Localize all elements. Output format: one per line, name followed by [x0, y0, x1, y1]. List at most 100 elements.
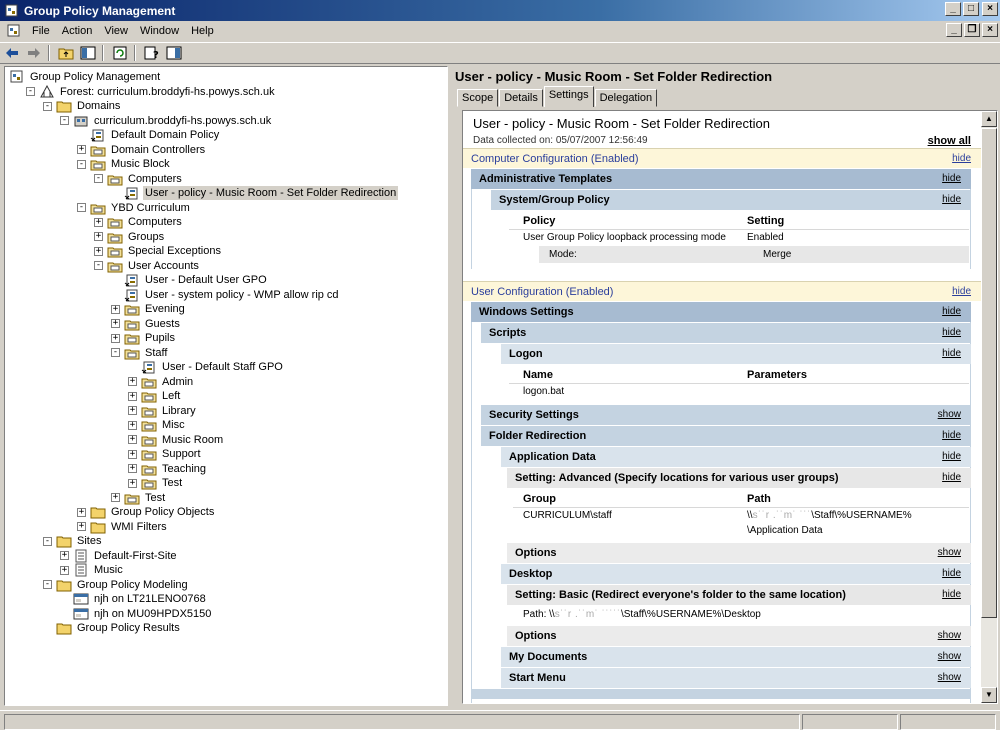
- expand-icon[interactable]: +: [60, 565, 69, 575]
- tree-item[interactable]: + Test: [128, 476, 184, 490]
- tree-item[interactable]: - Sites: [43, 534, 103, 548]
- tree-item[interactable]: + Test: [111, 491, 167, 505]
- tree-item[interactable]: + Groups: [94, 230, 166, 244]
- tree-item[interactable]: njh on MU09HPDX5150: [60, 607, 213, 621]
- mdi-minimize-button[interactable]: _: [946, 23, 962, 37]
- tree-item[interactable]: Group Policy Management: [9, 70, 162, 84]
- expand-icon[interactable]: +: [128, 391, 137, 401]
- tab-details[interactable]: Details: [499, 89, 543, 107]
- tree-item[interactable]: - Group Policy Modeling: [43, 578, 190, 592]
- expand-icon[interactable]: +: [60, 551, 69, 560]
- expand-icon[interactable]: +: [128, 406, 137, 415]
- tree-item[interactable]: + Support: [128, 447, 203, 461]
- menu-view[interactable]: View: [98, 25, 134, 37]
- show-link[interactable]: show: [938, 647, 961, 667]
- expand-icon[interactable]: +: [77, 145, 86, 154]
- expand-icon[interactable]: +: [94, 232, 103, 241]
- maximize-button[interactable]: □: [963, 2, 979, 16]
- hide-link[interactable]: hide: [942, 302, 961, 322]
- tree-item[interactable]: + Teaching: [128, 462, 208, 476]
- refresh-button[interactable]: [110, 44, 130, 62]
- expand-icon[interactable]: +: [128, 478, 137, 488]
- tree-item[interactable]: - Computers: [94, 172, 184, 186]
- tree-item[interactable]: + Admin: [128, 375, 195, 389]
- tree-item[interactable]: - Music Block: [77, 157, 172, 171]
- show-hide-tree-button[interactable]: [78, 44, 98, 62]
- tree-item[interactable]: User - Default Staff GPO: [128, 360, 285, 374]
- tree-item[interactable]: + WMI Filters: [77, 520, 169, 534]
- hide-link[interactable]: hide: [942, 585, 961, 605]
- back-button[interactable]: [2, 44, 22, 62]
- scroll-down-button[interactable]: ▼: [981, 687, 997, 703]
- scroll-thumb[interactable]: [981, 128, 997, 618]
- show-link[interactable]: show: [938, 543, 961, 563]
- expand-icon[interactable]: +: [77, 507, 86, 517]
- tab-settings[interactable]: Settings: [543, 86, 594, 107]
- show-link[interactable]: show: [938, 668, 961, 688]
- expand-icon[interactable]: +: [111, 304, 120, 314]
- tree-item[interactable]: - Staff: [111, 346, 169, 360]
- close-button[interactable]: ×: [982, 2, 998, 16]
- collapse-icon[interactable]: -: [26, 87, 35, 96]
- tree-item[interactable]: + Default-First-Site: [60, 549, 179, 563]
- hide-link[interactable]: hide: [952, 149, 971, 169]
- menu-file[interactable]: File: [26, 25, 56, 37]
- collapse-icon[interactable]: -: [43, 101, 52, 111]
- help-button[interactable]: ?: [142, 44, 162, 62]
- tree-item[interactable]: + Evening: [111, 302, 187, 316]
- tree-item[interactable]: njh on LT21LENO0768: [60, 592, 208, 606]
- tree-item[interactable]: - User Accounts: [94, 259, 201, 273]
- expand-icon[interactable]: +: [128, 449, 137, 459]
- hide-link[interactable]: hide: [942, 447, 961, 467]
- show-action-pane-button[interactable]: [164, 44, 184, 62]
- collapse-icon[interactable]: -: [43, 580, 52, 589]
- collapse-icon[interactable]: -: [43, 536, 52, 546]
- show-link[interactable]: show: [938, 405, 961, 425]
- tree-item[interactable]: + Music: [60, 563, 125, 577]
- collapse-icon[interactable]: -: [77, 203, 86, 212]
- expand-icon[interactable]: +: [77, 522, 86, 531]
- tree-item[interactable]: - Domains: [43, 99, 122, 113]
- expand-icon[interactable]: +: [128, 435, 137, 444]
- tree-item[interactable]: + Library: [128, 404, 198, 418]
- collapse-icon[interactable]: -: [111, 348, 120, 357]
- tree-item[interactable]: + Pupils: [111, 331, 177, 345]
- expand-icon[interactable]: +: [94, 217, 103, 227]
- hide-link[interactable]: hide: [942, 426, 961, 446]
- tree-item[interactable]: User - Default User GPO: [111, 273, 269, 287]
- expand-icon[interactable]: +: [128, 377, 137, 386]
- tab-scope[interactable]: Scope: [457, 89, 499, 107]
- hide-link[interactable]: hide: [942, 323, 961, 343]
- hide-link[interactable]: hide: [942, 468, 961, 488]
- hide-link[interactable]: hide: [942, 564, 961, 584]
- forward-button[interactable]: [24, 44, 44, 62]
- collapse-icon[interactable]: -: [77, 159, 86, 169]
- expand-icon[interactable]: +: [111, 333, 120, 343]
- minimize-button[interactable]: _: [945, 2, 961, 16]
- tree-item[interactable]: + Left: [128, 389, 182, 403]
- menu-action[interactable]: Action: [56, 25, 99, 37]
- collapse-icon[interactable]: -: [60, 116, 69, 125]
- tree-item[interactable]: + Guests: [111, 317, 182, 331]
- tree-item[interactable]: User - system policy - WMP allow rip cd: [111, 288, 341, 302]
- hide-link[interactable]: hide: [952, 282, 971, 302]
- collapse-icon[interactable]: -: [94, 174, 103, 183]
- tree-item[interactable]: + Special Exceptions: [94, 244, 223, 258]
- expand-icon[interactable]: +: [128, 464, 137, 473]
- tree-item[interactable]: + Computers: [94, 215, 184, 229]
- show-all-link[interactable]: show all: [928, 135, 971, 147]
- hide-link[interactable]: hide: [942, 169, 961, 189]
- show-link[interactable]: show: [938, 626, 961, 646]
- tree-item[interactable]: - curriculum.broddyfi-hs.powys.sch.uk: [60, 114, 273, 128]
- collapse-icon[interactable]: -: [94, 261, 103, 270]
- expand-icon[interactable]: +: [94, 246, 103, 256]
- report-scrollbar[interactable]: ▲ ▼: [981, 111, 997, 703]
- menu-help[interactable]: Help: [185, 25, 220, 37]
- scroll-up-button[interactable]: ▲: [981, 111, 997, 127]
- mdi-close-button[interactable]: ×: [982, 23, 998, 37]
- tree-item[interactable]: User - policy - Music Room - Set Folder …: [111, 186, 399, 200]
- up-one-level-button[interactable]: [56, 44, 76, 62]
- tab-delegation[interactable]: Delegation: [594, 89, 658, 107]
- tree-item[interactable]: - YBD Curriculum: [77, 201, 192, 215]
- expand-icon[interactable]: +: [111, 319, 120, 328]
